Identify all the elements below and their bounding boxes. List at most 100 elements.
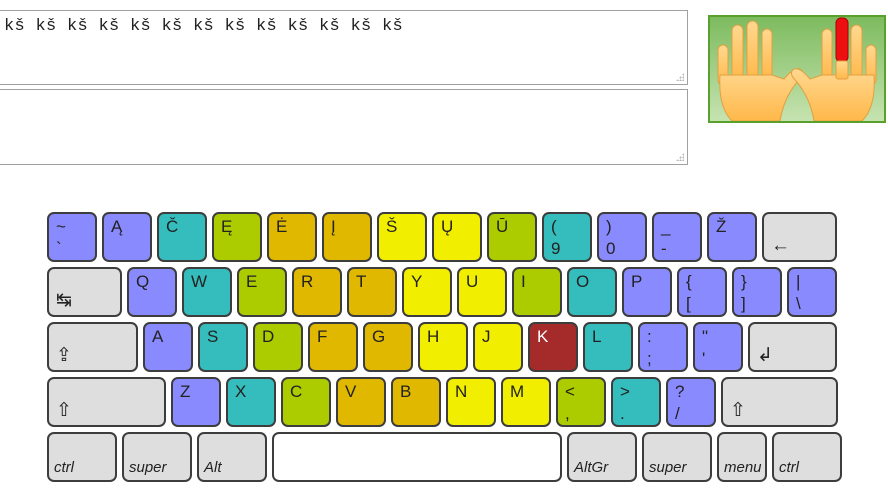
key-_[interactable]: _ - xyxy=(652,212,702,262)
key-g[interactable]: G xyxy=(363,322,413,372)
key-label: Z xyxy=(180,382,191,401)
key-q[interactable]: Q xyxy=(127,267,177,317)
key-label: " xyxy=(702,327,709,346)
key-right-super[interactable]: super xyxy=(642,432,712,482)
key-y[interactable]: Y xyxy=(402,267,452,317)
key-ž[interactable]: Ž xyxy=(707,212,757,262)
key-s[interactable]: S xyxy=(198,322,248,372)
key-sublabel: ctrl xyxy=(779,459,799,476)
key-sublabel: super xyxy=(649,459,687,476)
key-label: : xyxy=(647,327,652,346)
key-c[interactable]: C xyxy=(281,377,331,427)
key-ę[interactable]: Ę xyxy=(212,212,262,262)
key-label: M xyxy=(510,382,525,401)
key-sublabel: \ xyxy=(796,294,801,313)
key-sublabel: ` xyxy=(56,239,62,258)
key-l[interactable]: L xyxy=(583,322,633,372)
key-right-shift[interactable]: ⇧ xyxy=(721,377,838,427)
key-sublabel: . xyxy=(620,404,625,423)
key-sublabel: / xyxy=(675,404,680,423)
key-label: A xyxy=(152,327,164,346)
key-x[interactable]: X xyxy=(226,377,276,427)
key-}[interactable]: }] xyxy=(732,267,782,317)
key-label: C xyxy=(290,382,303,401)
key-menu[interactable]: menu xyxy=(717,432,767,482)
key-label: I xyxy=(521,272,526,291)
key-ū[interactable]: Ū xyxy=(487,212,537,262)
typing-input-area[interactable] xyxy=(0,89,688,165)
key-left-shift[interactable]: ⇧ xyxy=(47,377,166,427)
key-)[interactable]: ) 0 xyxy=(597,212,647,262)
key-label: P xyxy=(631,272,643,291)
key-{[interactable]: {[ xyxy=(677,267,727,317)
key-z[interactable]: Z xyxy=(171,377,221,427)
key-sublabel: AltGr xyxy=(574,459,609,476)
key-k[interactable]: K xyxy=(528,322,578,372)
key-u[interactable]: U xyxy=(457,267,507,317)
target-text-area[interactable]: kš kš kš kš kš kš kš kš kš kš kš kš kš xyxy=(0,10,688,85)
key-į[interactable]: Į xyxy=(322,212,372,262)
key-ą[interactable]: Ą xyxy=(102,212,152,262)
key-w[interactable]: W xyxy=(182,267,232,317)
key-tab[interactable]: ↹ xyxy=(47,267,122,317)
key-sublabel: menu xyxy=(724,459,762,476)
key-([interactable]: (9 xyxy=(542,212,592,262)
resize-grip-icon[interactable] xyxy=(676,73,684,81)
key-label: E xyxy=(246,272,258,291)
key-left-ctrl[interactable]: ctrl xyxy=(47,432,117,482)
key-sublabel: ctrl xyxy=(54,459,74,476)
right-shift-icon: ⇧ xyxy=(730,400,746,421)
key-t[interactable]: T xyxy=(347,267,397,317)
caps-lock-icon: ⇪ xyxy=(56,345,72,366)
key-m[interactable]: M xyxy=(501,377,551,427)
key-j[interactable]: J xyxy=(473,322,523,372)
key-altgr[interactable]: AltGr xyxy=(567,432,637,482)
key-r[interactable]: R xyxy=(292,267,342,317)
key-d[interactable]: D xyxy=(253,322,303,372)
key-alt[interactable]: Alt xyxy=(197,432,267,482)
tab-icon: ↹ xyxy=(56,290,72,311)
resize-grip-icon[interactable] xyxy=(676,153,684,161)
key-:[interactable]: :; xyxy=(638,322,688,372)
key-label: Ų xyxy=(441,217,454,236)
key-p[interactable]: P xyxy=(622,267,672,317)
key-?[interactable]: ? / xyxy=(666,377,716,427)
key-right-ctrl[interactable]: ctrl xyxy=(772,432,842,482)
key-o[interactable]: O xyxy=(567,267,617,317)
key-label: Ė xyxy=(276,217,288,236)
key-label: L xyxy=(592,327,602,346)
left-shift-icon: ⇧ xyxy=(56,400,72,421)
key-label: _ xyxy=(661,217,671,236)
key-label: K xyxy=(537,327,549,346)
key-label: Ę xyxy=(221,217,233,236)
enter-icon: ↲ xyxy=(757,345,773,366)
key-š[interactable]: Š xyxy=(377,212,427,262)
key-enter[interactable]: ↲ xyxy=(748,322,837,372)
key-label: Š xyxy=(386,217,398,236)
key-e[interactable]: E xyxy=(237,267,287,317)
key-ų[interactable]: Ų xyxy=(432,212,482,262)
key-č[interactable]: Č xyxy=(157,212,207,262)
key-left-super[interactable]: super xyxy=(122,432,192,482)
key-backspace[interactable]: ← xyxy=(762,212,837,262)
key-space[interactable] xyxy=(272,432,562,482)
key-label: W xyxy=(191,272,208,291)
key-"[interactable]: " ' xyxy=(693,322,743,372)
key-a[interactable]: A xyxy=(143,322,193,372)
key-b[interactable]: B xyxy=(391,377,441,427)
key-ė[interactable]: Ė xyxy=(267,212,317,262)
key-label: Ž xyxy=(716,217,727,236)
key-label: R xyxy=(301,272,314,291)
key->[interactable]: >. xyxy=(611,377,661,427)
key-label: | xyxy=(796,272,801,291)
key-label: } xyxy=(741,272,747,291)
key-<[interactable]: <, xyxy=(556,377,606,427)
key-|[interactable]: | \ xyxy=(787,267,837,317)
key-caps-lock[interactable]: ⇪ xyxy=(47,322,138,372)
key-n[interactable]: N xyxy=(446,377,496,427)
key-~[interactable]: ~ ` xyxy=(47,212,97,262)
key-f[interactable]: F xyxy=(308,322,358,372)
key-v[interactable]: V xyxy=(336,377,386,427)
key-i[interactable]: I xyxy=(512,267,562,317)
key-h[interactable]: H xyxy=(418,322,468,372)
